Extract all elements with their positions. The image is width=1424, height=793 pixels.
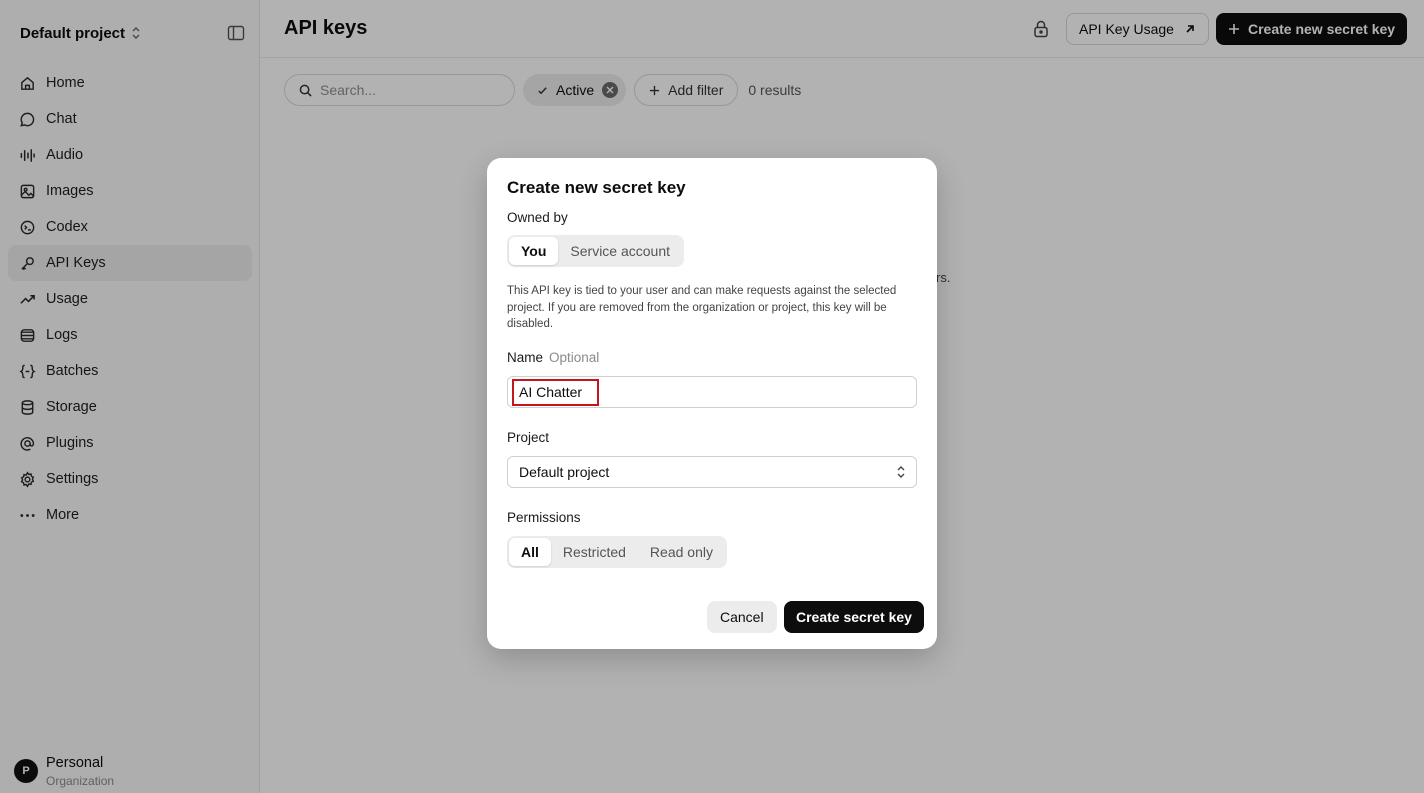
- create-secret-key-submit-button[interactable]: Create secret key: [784, 601, 924, 633]
- project-label: Project: [507, 430, 550, 445]
- owned-by-you-option[interactable]: You: [509, 237, 559, 265]
- cancel-button[interactable]: Cancel: [707, 601, 777, 633]
- name-label: Name Optional: [507, 350, 599, 365]
- dialog-title: Create new secret key: [507, 178, 686, 197]
- chevron-updown-icon: [897, 466, 905, 478]
- highlight-box: [512, 379, 599, 406]
- permissions-label: Permissions: [507, 510, 581, 525]
- owned-by-description: This API key is tied to your user and ca…: [507, 285, 897, 330]
- owned-by-label: Owned by: [507, 210, 568, 225]
- permissions-restricted-option[interactable]: Restricted: [551, 538, 638, 566]
- permissions-all-option[interactable]: All: [509, 538, 551, 566]
- project-select[interactable]: Default project: [507, 456, 917, 488]
- name-optional-hint: Optional: [549, 350, 600, 365]
- owned-by-service-account-option[interactable]: Service account: [558, 237, 682, 265]
- create-secret-key-dialog: Create new secret key Owned by You Servi…: [487, 158, 937, 649]
- owned-by-toggle: You Service account: [507, 235, 685, 267]
- project-select-value: Default project: [519, 464, 610, 480]
- permissions-read-only-option[interactable]: Read only: [638, 538, 725, 566]
- name-label-text: Name: [507, 350, 544, 365]
- permissions-toggle: All Restricted Read only: [507, 536, 727, 568]
